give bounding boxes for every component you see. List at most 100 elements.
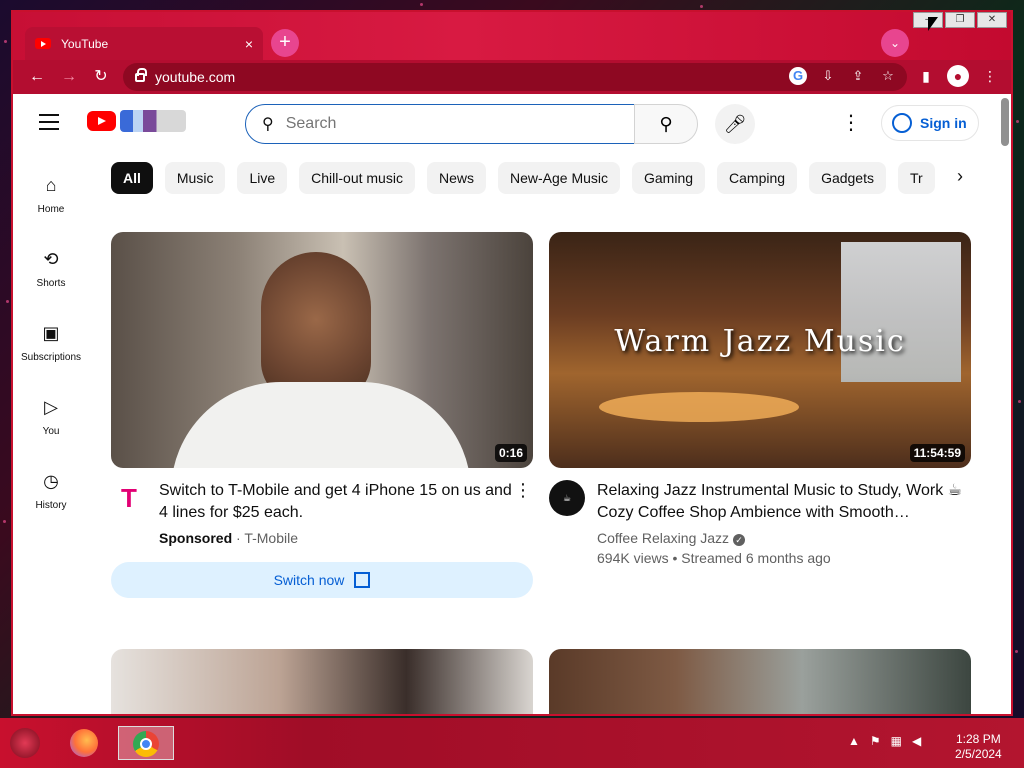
address-bar[interactable]: youtube.com G ⇩ ⇪ ☆ bbox=[123, 63, 907, 91]
google-lens-icon[interactable]: G bbox=[789, 67, 807, 85]
thumbnail-person bbox=[261, 252, 371, 402]
you-icon: ▷ bbox=[44, 397, 58, 417]
video-title[interactable]: Relaxing Jazz Instrumental Music to Stud… bbox=[597, 480, 971, 524]
history-icon: ◷ bbox=[43, 471, 59, 491]
chevron-right-icon[interactable]: › bbox=[957, 166, 963, 187]
browser-window: YouTube × + ⌄ – ❐ ✕ ← → ↻ youtube.com G … bbox=[11, 10, 1013, 716]
chip-all[interactable]: All bbox=[111, 162, 153, 194]
youtube-play-icon bbox=[87, 111, 116, 131]
mouse-cursor-icon bbox=[928, 17, 938, 31]
firefox-icon bbox=[70, 728, 98, 757]
network-icon[interactable]: ▦ bbox=[891, 734, 902, 748]
chip-music[interactable]: Music bbox=[164, 162, 226, 194]
sidebar-item-label: Shorts bbox=[36, 278, 66, 289]
subscriptions-icon: ▣ bbox=[42, 323, 60, 343]
sidebar-item-you[interactable]: ▷ You bbox=[13, 388, 89, 462]
channel-avatar[interactable]: ☕ bbox=[549, 480, 585, 516]
sidebar: ⌂ Home ⟲ Shorts ▣ Subscriptions ▷ You ◷ … bbox=[13, 166, 89, 536]
search-button[interactable]: ⚲ bbox=[634, 104, 698, 144]
video-title[interactable]: Switch to T-Mobile and get 4 iPhone 15 o… bbox=[159, 480, 513, 524]
profile-icon[interactable]: ● bbox=[947, 65, 969, 87]
browser-menu-icon[interactable]: ⋮ bbox=[979, 65, 1001, 87]
menu-icon[interactable] bbox=[39, 114, 59, 130]
chip-gadgets[interactable]: Gadgets bbox=[809, 162, 886, 194]
chip-truncated[interactable]: Tr bbox=[898, 162, 935, 194]
shorts-icon: ⟲ bbox=[43, 249, 59, 269]
channel-name[interactable]: T-Mobile bbox=[244, 530, 298, 546]
search-icon: ⚲ bbox=[262, 116, 274, 133]
back-button[interactable]: ← bbox=[23, 63, 51, 91]
voice-search-button[interactable]: 🎤︎ bbox=[715, 104, 755, 144]
sidebar-item-shorts[interactable]: ⟲ Shorts bbox=[13, 240, 89, 314]
switch-now-button[interactable]: Switch now bbox=[111, 562, 533, 598]
youtube-page: ⚲ ⚲ 🎤︎ ⋮ Sign in ⌂ Home ⟲ Shorts ▣ Subsc… bbox=[13, 94, 1011, 714]
t-mobile-logo-icon[interactable]: T bbox=[111, 480, 147, 516]
youtube-doodle-icon bbox=[120, 110, 186, 132]
search-input[interactable] bbox=[285, 115, 586, 133]
external-link-icon bbox=[354, 572, 371, 588]
chip-camping[interactable]: Camping bbox=[717, 162, 798, 194]
lock-icon bbox=[135, 67, 147, 82]
thumbnail-overlay-title: Warm Jazz Music bbox=[614, 324, 906, 359]
youtube-logo[interactable] bbox=[87, 110, 186, 132]
url-text: youtube.com bbox=[155, 69, 236, 85]
video-duration: 11:54:59 bbox=[909, 444, 965, 462]
taskbar: ▲ ⚑ ▦ ◀ 1:28 PM 2/5/2024 bbox=[0, 718, 1024, 768]
chip-new-age-music[interactable]: New-Age Music bbox=[497, 162, 620, 194]
share-icon[interactable]: ⇪ bbox=[849, 67, 867, 85]
restore-button[interactable]: ❐ bbox=[945, 12, 975, 28]
chip-news[interactable]: News bbox=[426, 162, 486, 194]
sign-in-label: Sign in bbox=[920, 115, 967, 131]
video-channel-line: Coffee Relaxing Jazz ✓ 694K views • Strea… bbox=[597, 528, 971, 568]
new-tab-button[interactable]: + bbox=[271, 29, 299, 57]
video-info: Switch to T-Mobile and get 4 iPhone 15 o… bbox=[159, 480, 513, 548]
chip-live[interactable]: Live bbox=[237, 162, 288, 194]
video-thumbnail-partial[interactable] bbox=[111, 649, 533, 714]
browser-titlebar: YouTube × + ⌄ – ❐ ✕ bbox=[13, 12, 1011, 60]
chip-chill-out-music[interactable]: Chill-out music bbox=[299, 162, 415, 194]
side-panel-icon[interactable]: ▮ bbox=[915, 65, 937, 87]
clock-time: 1:28 PM bbox=[956, 732, 1001, 746]
taskbar-firefox[interactable] bbox=[64, 726, 104, 760]
sidebar-item-subscriptions[interactable]: ▣ Subscriptions bbox=[13, 314, 89, 388]
clock[interactable]: 1:28 PM 2/5/2024 bbox=[955, 732, 1002, 762]
video-thumbnail-partial[interactable] bbox=[549, 649, 971, 714]
settings-more-icon[interactable]: ⋮ bbox=[839, 112, 863, 136]
tab-youtube[interactable]: YouTube × bbox=[25, 27, 263, 60]
forward-button[interactable]: → bbox=[55, 63, 83, 91]
video-card[interactable]: Warm Jazz Music 11:54:59 ☕ Relaxing Jazz… bbox=[549, 232, 971, 568]
chip-gaming[interactable]: Gaming bbox=[632, 162, 706, 194]
search-box: ⚲ bbox=[245, 104, 635, 144]
sidebar-item-label: Subscriptions bbox=[20, 352, 82, 363]
home-icon: ⌂ bbox=[45, 175, 57, 195]
tab-search-button[interactable]: ⌄ bbox=[881, 29, 909, 57]
verified-check-icon: ✓ bbox=[733, 534, 746, 546]
video-thumbnail[interactable]: Warm Jazz Music 11:54:59 bbox=[549, 232, 971, 468]
close-window-button[interactable]: ✕ bbox=[977, 12, 1007, 28]
sidebar-item-home[interactable]: ⌂ Home bbox=[13, 166, 89, 240]
window-controls: – ❐ ✕ bbox=[911, 12, 1007, 30]
thumbnail-bar bbox=[599, 392, 799, 422]
switch-now-label: Switch now bbox=[273, 572, 345, 588]
tab-close-icon[interactable]: × bbox=[245, 36, 253, 52]
start-button[interactable] bbox=[10, 728, 40, 758]
volume-icon[interactable]: ◀ bbox=[912, 734, 921, 748]
install-icon[interactable]: ⇩ bbox=[819, 67, 837, 85]
tray-arrow-icon[interactable]: ▲ bbox=[848, 734, 860, 748]
bookmark-star-icon[interactable]: ☆ bbox=[879, 67, 897, 85]
video-channel-line: Sponsored · T-Mobile bbox=[159, 530, 299, 546]
flag-icon[interactable]: ⚑ bbox=[870, 734, 881, 748]
page-scrollbar[interactable] bbox=[1001, 98, 1009, 146]
thumbnail-window bbox=[841, 242, 961, 382]
taskbar-chrome[interactable] bbox=[118, 726, 174, 760]
video-card-ad[interactable]: 0:16 T Switch to T-Mobile and get 4 iPho… bbox=[111, 232, 533, 598]
sidebar-item-history[interactable]: ◷ History bbox=[13, 462, 89, 536]
video-info: Relaxing Jazz Instrumental Music to Stud… bbox=[597, 480, 971, 568]
reload-button[interactable]: ↻ bbox=[87, 63, 115, 91]
sponsored-badge: Sponsored bbox=[159, 530, 233, 546]
sign-in-button[interactable]: Sign in bbox=[881, 105, 979, 141]
video-more-icon[interactable]: ⋮ bbox=[513, 480, 533, 548]
video-thumbnail[interactable]: 0:16 bbox=[111, 232, 533, 468]
browser-toolbar: ← → ↻ youtube.com G ⇩ ⇪ ☆ ▮ ● ⋮ bbox=[13, 60, 1011, 94]
channel-name[interactable]: Coffee Relaxing Jazz bbox=[597, 530, 729, 546]
